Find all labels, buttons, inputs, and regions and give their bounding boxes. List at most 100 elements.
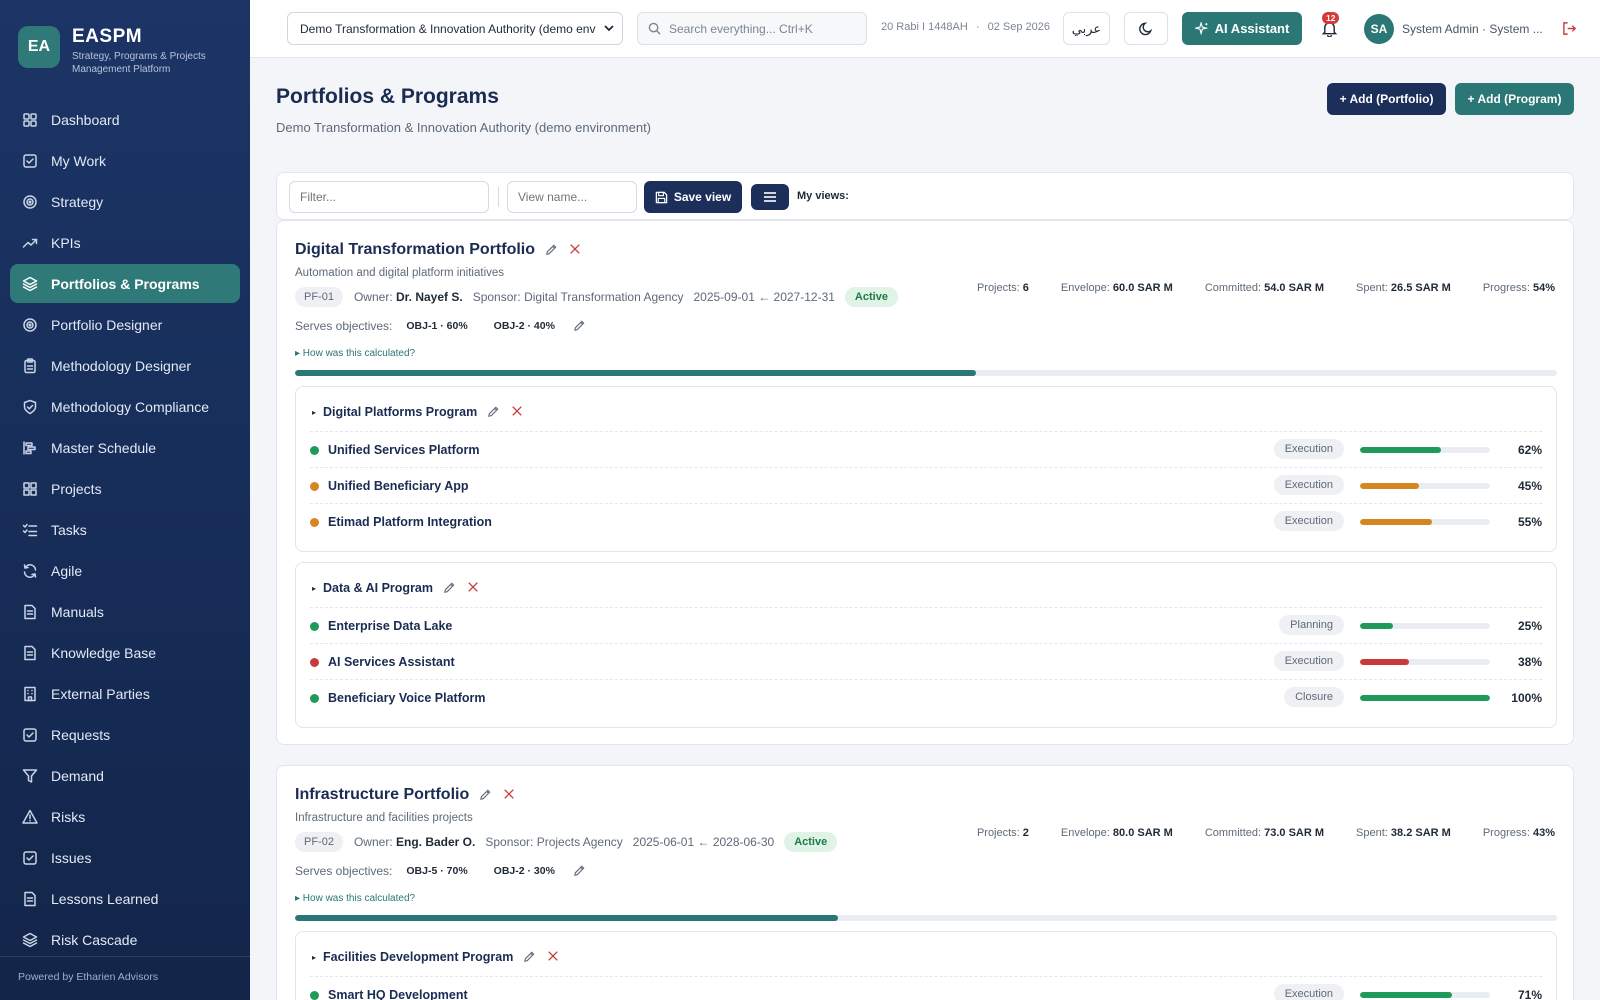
stat-label: Progress: [1482, 282, 1533, 294]
project-row[interactable]: Enterprise Data Lake Planning 25% [310, 607, 1542, 643]
sidebar-item-tasks[interactable]: Tasks [10, 510, 240, 549]
user-menu[interactable]: SA System Admin · System ... [1364, 12, 1564, 45]
portfolio-dates: 2025-06-01 ← 2028-06-30 [632, 835, 775, 849]
organization-select-value: Demo Transformation & Innovation Authori… [300, 21, 596, 36]
objective-chip[interactable]: OBJ-2 · 30% [494, 865, 555, 877]
sidebar-item-label: Demand [51, 767, 104, 784]
theme-toggle-button[interactable] [1124, 12, 1168, 45]
stat-value: 6 [1022, 282, 1029, 294]
sidebar-item-demand[interactable]: Demand [10, 756, 240, 795]
sparkle-icon [1194, 21, 1209, 36]
delete-program-button[interactable] [547, 950, 561, 964]
sidebar: EA EASPM Strategy, Programs & Projects M… [0, 0, 250, 1000]
sidebar-item-risk-cascade[interactable]: Risk Cascade [10, 920, 240, 959]
sidebar-item-master-schedule[interactable]: Master Schedule [10, 428, 240, 467]
project-row[interactable]: Unified Services Platform Execution 62% [310, 431, 1542, 467]
program-header[interactable]: ▸ Data & AI Program [312, 581, 481, 595]
edit-portfolio-button[interactable] [479, 788, 493, 802]
sidebar-item-projects[interactable]: Projects [10, 469, 240, 508]
delete-program-button[interactable] [511, 405, 525, 419]
edit-objectives-button[interactable] [573, 864, 587, 878]
project-progress-value: 71% [1517, 988, 1542, 1000]
toolbar-divider [498, 187, 499, 207]
logout-button[interactable] [1562, 12, 1582, 45]
language-toggle-button[interactable]: عربي [1063, 12, 1110, 45]
sidebar-item-portfolio-designer[interactable]: Portfolio Designer [10, 305, 240, 344]
project-name[interactable]: AI Services Assistant [328, 655, 455, 669]
sidebar-item-my-work[interactable]: My Work [10, 141, 240, 180]
sidebar-item-lessons-learned[interactable]: Lessons Learned [10, 879, 240, 918]
program-header[interactable]: ▸ Digital Platforms Program [312, 405, 525, 419]
view-name-input[interactable] [507, 181, 637, 213]
delete-program-button[interactable] [467, 581, 481, 595]
sidebar-footer: Powered by Etharien Advisors [0, 956, 250, 1000]
project-row[interactable]: Etimad Platform Integration Execution 55% [310, 503, 1542, 539]
sponsor-label: Sponsor: [485, 835, 537, 849]
global-search[interactable]: Search everything... Ctrl+K [637, 12, 867, 45]
add-program-button[interactable]: + Add (Program) [1455, 83, 1574, 115]
project-row[interactable]: AI Services Assistant Execution 38% [310, 643, 1542, 679]
save-view-button[interactable]: Save view [644, 181, 742, 213]
project-row[interactable]: Smart HQ Development Execution 71% [310, 976, 1542, 1000]
sponsor-value: Projects Agency [536, 835, 623, 849]
edit-portfolio-button[interactable] [545, 243, 559, 257]
views-menu-button[interactable] [751, 184, 789, 210]
project-name[interactable]: Enterprise Data Lake [328, 619, 452, 633]
sidebar-item-manuals[interactable]: Manuals [10, 592, 240, 631]
edit-objectives-button[interactable] [573, 319, 587, 333]
sidebar-item-methodology-designer[interactable]: Methodology Designer [10, 346, 240, 385]
ai-assistant-button[interactable]: AI Assistant [1182, 12, 1302, 45]
phase-badge: Planning [1279, 615, 1344, 635]
objective-chip[interactable]: OBJ-2 · 40% [494, 320, 555, 332]
portfolio-title[interactable]: Infrastructure Portfolio [295, 786, 469, 804]
edit-program-button[interactable] [523, 950, 537, 964]
sidebar-item-strategy[interactable]: Strategy [10, 182, 240, 221]
edit-program-button[interactable] [443, 581, 457, 595]
stat-spent: Spent: 26.5 SAR M [1340, 282, 1451, 294]
project-row[interactable]: Unified Beneficiary App Execution 45% [310, 467, 1542, 503]
delete-portfolio-button[interactable] [569, 243, 583, 257]
save-icon [655, 191, 668, 203]
health-dot [310, 518, 319, 527]
gantt-icon [23, 440, 36, 455]
project-name[interactable]: Unified Services Platform [328, 443, 479, 457]
sidebar-item-issues[interactable]: Issues [10, 838, 240, 877]
add-portfolio-button[interactable]: + Add (Portfolio) [1327, 83, 1446, 115]
sidebar-item-knowledge-base[interactable]: Knowledge Base [10, 633, 240, 672]
health-dot [310, 622, 319, 631]
sidebar-item-requests[interactable]: Requests [10, 715, 240, 754]
sidebar-item-agile[interactable]: Agile [10, 551, 240, 590]
phase-badge: Execution [1273, 475, 1344, 495]
sidebar-item-portfolios-programs[interactable]: Portfolios & Programs [10, 264, 240, 303]
edit-program-button[interactable] [487, 405, 501, 419]
organization-select[interactable]: Demo Transformation & Innovation Authori… [287, 12, 623, 45]
program-header[interactable]: ▸ Facilities Development Program [312, 950, 561, 964]
portfolio-title[interactable]: Digital Transformation Portfolio [295, 241, 535, 259]
objective-chip[interactable]: OBJ-5 · 70% [406, 865, 467, 877]
sidebar-item-risks[interactable]: Risks [10, 797, 240, 836]
filter-input[interactable] [289, 181, 489, 213]
objective-chip[interactable]: OBJ-1 · 60% [406, 320, 467, 332]
project-row[interactable]: Beneficiary Voice Platform Closure 100% [310, 679, 1542, 715]
portfolio-owner: Owner: Eng. Bader O. [354, 835, 475, 849]
sidebar-item-label: Portfolios & Programs [51, 275, 200, 292]
project-name[interactable]: Unified Beneficiary App [328, 479, 469, 493]
sidebar-item-label: Strategy [51, 193, 104, 210]
stat-value: 60.0 SAR M [1112, 282, 1173, 294]
search-icon [648, 22, 661, 35]
sidebar-item-dashboard[interactable]: Dashboard [10, 100, 240, 139]
phase-badge: Execution [1273, 511, 1344, 531]
project-progress-bar [1360, 992, 1490, 998]
sidebar-item-external-parties[interactable]: External Parties [10, 674, 240, 713]
calculation-toggle[interactable]: ▸ How was this calculated? [295, 348, 415, 359]
project-name[interactable]: Smart HQ Development [328, 988, 468, 1000]
view-toolbar: Save view My views: [276, 172, 1574, 220]
project-name[interactable]: Etimad Platform Integration [328, 515, 492, 529]
sidebar-item-methodology-compliance[interactable]: Methodology Compliance [10, 387, 240, 426]
delete-portfolio-button[interactable] [503, 788, 517, 802]
calculation-toggle[interactable]: ▸ How was this calculated? [295, 893, 415, 904]
sidebar-item-kpis[interactable]: KPIs [10, 223, 240, 262]
portfolio-card: Digital Transformation Portfolio Automati… [276, 220, 1574, 745]
stat-label: Spent: [1356, 827, 1391, 839]
project-name[interactable]: Beneficiary Voice Platform [328, 691, 485, 705]
